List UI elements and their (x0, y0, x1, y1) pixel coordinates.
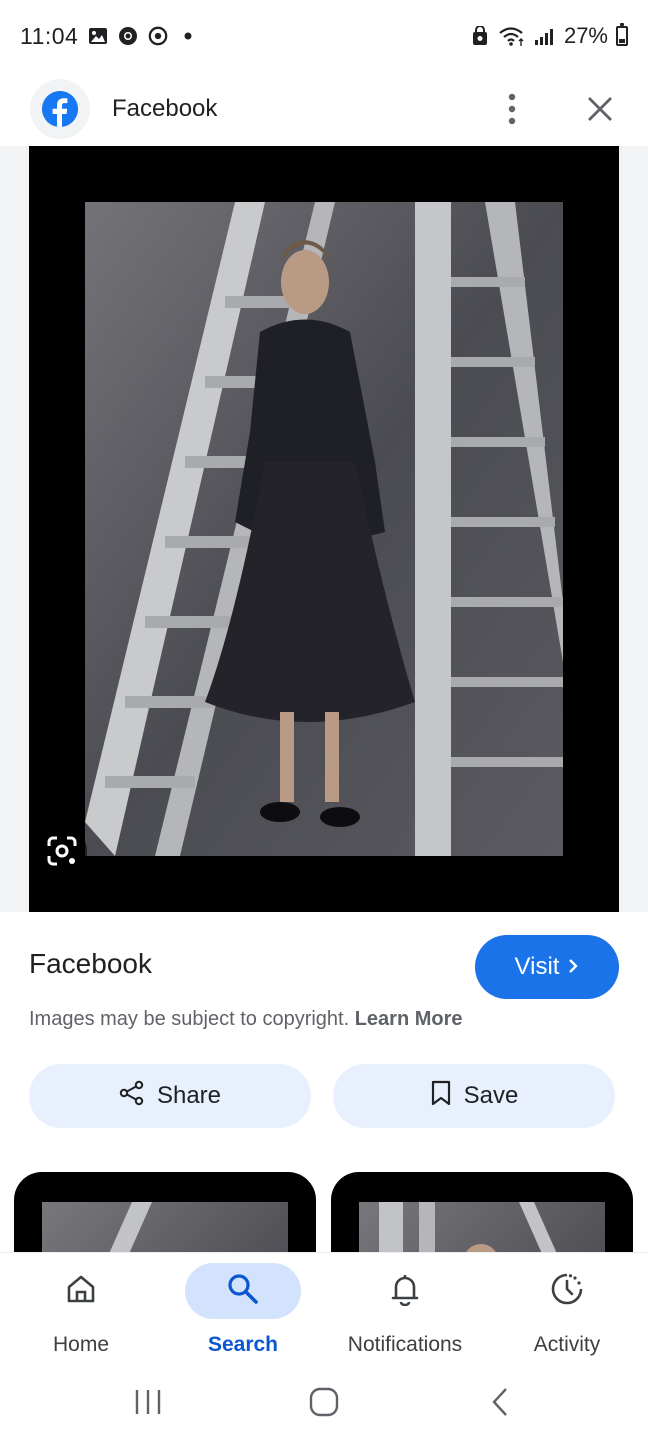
app-header: Facebook (0, 72, 648, 146)
close-icon[interactable] (582, 91, 618, 127)
nav-home[interactable]: Home (0, 1253, 162, 1364)
chrome-alt-icon (148, 26, 168, 46)
share-icon (119, 1080, 145, 1113)
system-nav (0, 1364, 648, 1440)
save-button[interactable]: Save (333, 1064, 615, 1128)
chrome-icon (118, 26, 138, 46)
nav-activity[interactable]: Activity (486, 1253, 648, 1364)
status-time: 11:04 (20, 22, 79, 49)
facebook-icon (42, 91, 78, 127)
status-left: 11:04 (20, 23, 198, 50)
recycle-lock-icon (470, 26, 490, 46)
result-image[interactable] (29, 146, 619, 912)
share-label: Share (156, 1082, 222, 1109)
battery-percent: 27% (563, 23, 608, 48)
visit-label: Visit (514, 953, 560, 980)
google-lens-icon[interactable] (37, 826, 87, 876)
header-actions (494, 91, 618, 127)
activity-icon (549, 1271, 585, 1312)
gallery-icon (88, 26, 108, 46)
nav-label-home: Home (52, 1333, 110, 1356)
photo-content (85, 202, 563, 856)
nav-icon-wrap (185, 1263, 301, 1319)
bookmark-icon (430, 1080, 452, 1113)
signal-icon (534, 26, 556, 46)
back-icon[interactable] (470, 1382, 530, 1422)
wifi-icon (498, 26, 526, 46)
nav-label-notifications: Notifications (347, 1333, 463, 1356)
status-bar: 11:04 27% (0, 0, 648, 72)
bell-icon (389, 1272, 421, 1311)
page-title: Facebook (112, 95, 218, 122)
share-button[interactable]: Share (29, 1064, 311, 1128)
chevron-right-icon (567, 953, 579, 981)
nav-search[interactable]: Search (162, 1253, 324, 1364)
site-logo (30, 79, 90, 139)
bottom-nav: Home Search Notifications Activity (0, 1252, 648, 1364)
nav-icon-wrap (23, 1263, 139, 1319)
search-icon (225, 1271, 261, 1312)
more-vert-icon[interactable] (494, 91, 530, 127)
home-circle-icon[interactable] (294, 1382, 354, 1422)
nav-notifications[interactable]: Notifications (324, 1253, 486, 1364)
recents-icon[interactable] (118, 1382, 178, 1422)
nav-label-activity: Activity (533, 1333, 601, 1356)
battery-icon (616, 23, 628, 46)
nav-label-search: Search (207, 1333, 279, 1356)
battery-fill (619, 38, 625, 43)
image-viewer (0, 146, 648, 912)
copyright-notice: Images may be subject to copyright. Lear… (29, 1008, 463, 1031)
dot-icon (178, 26, 198, 46)
nav-icon-wrap (347, 1263, 463, 1319)
source-title: Facebook (29, 948, 152, 979)
nav-icon-wrap (509, 1263, 625, 1319)
copyright-text: Images may be subject to copyright. (29, 1008, 355, 1030)
learn-more-link[interactable]: Learn More (355, 1008, 463, 1030)
home-icon (64, 1272, 98, 1311)
save-label: Save (463, 1082, 519, 1109)
visit-button[interactable]: Visit (475, 935, 619, 999)
status-right: 27% (470, 23, 628, 49)
